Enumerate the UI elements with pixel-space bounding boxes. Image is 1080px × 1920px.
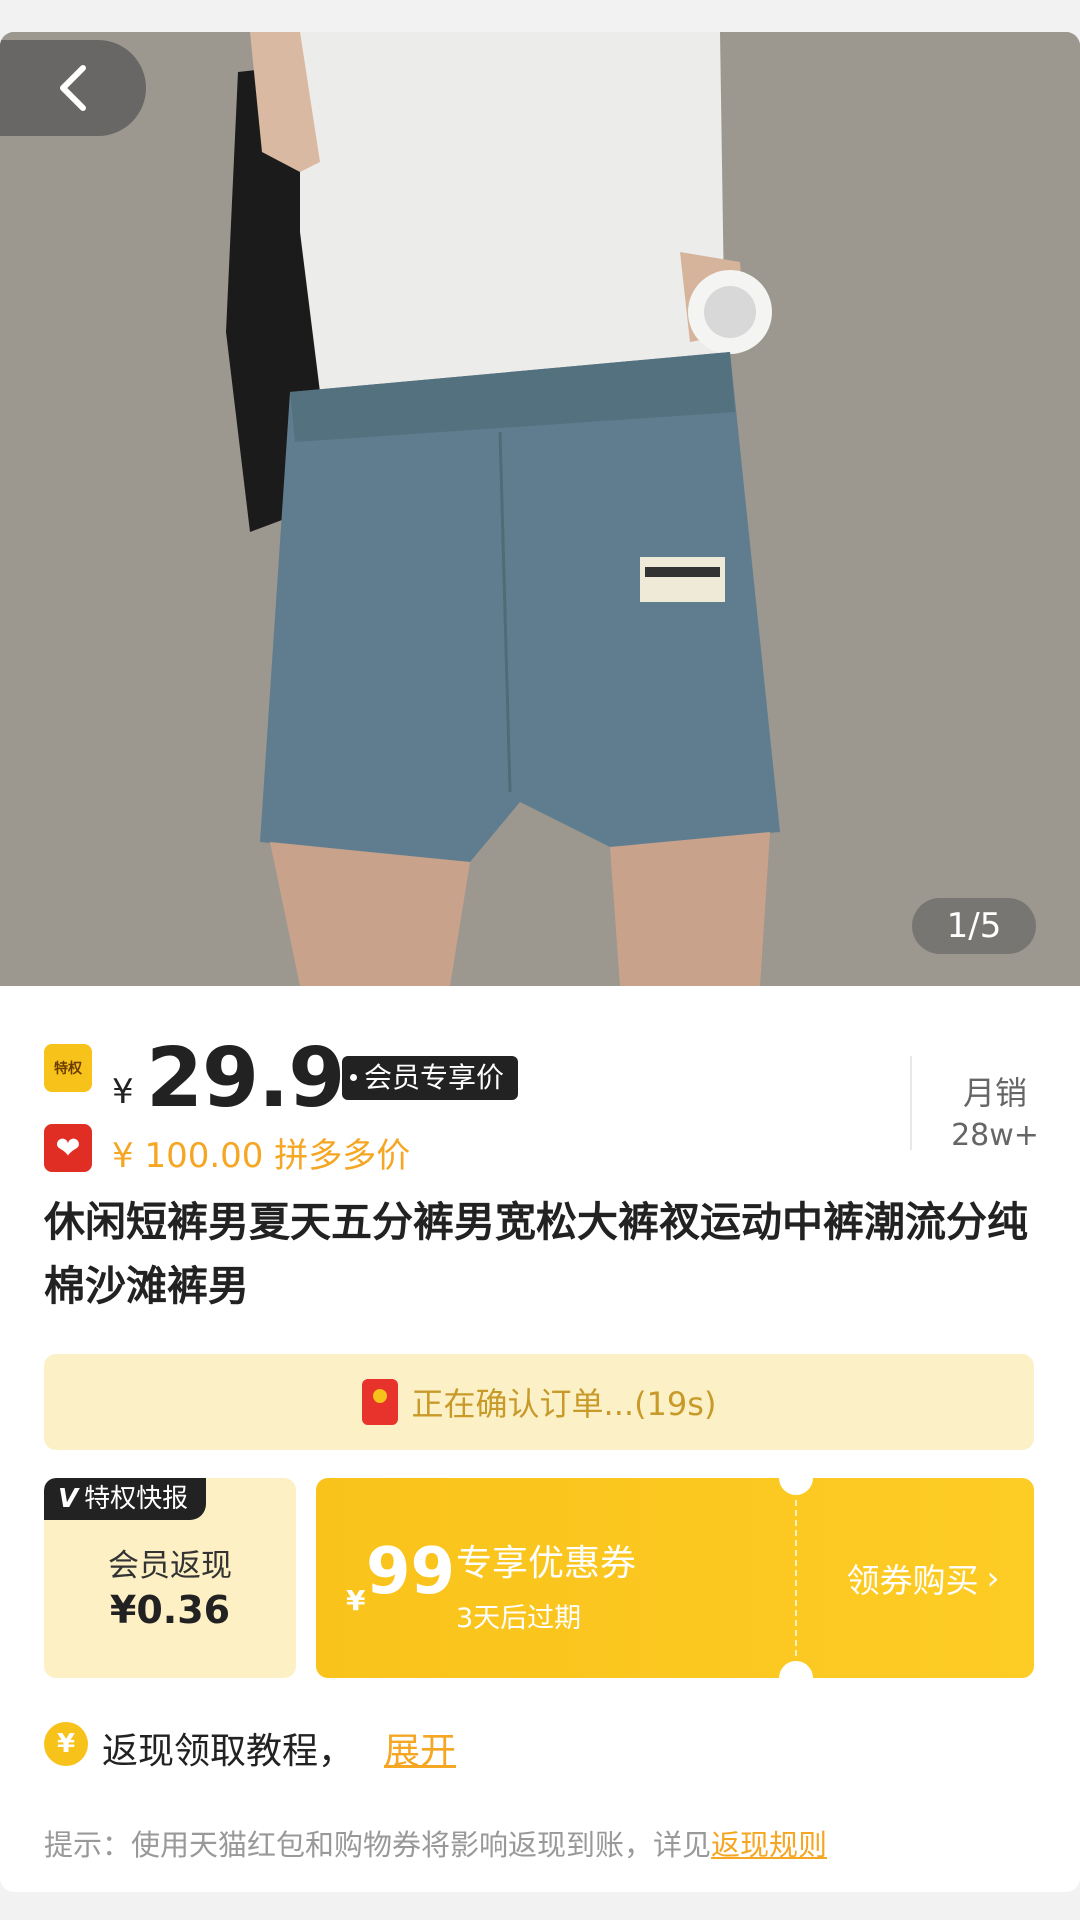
product-photo xyxy=(0,32,1080,986)
coupon-title: 专享优惠券 xyxy=(456,1543,637,1584)
order-confirm-banner: 正在确认订单...(19s) xyxy=(44,1354,1034,1450)
monthly-sales-label: 月销 xyxy=(962,1074,1027,1112)
cashback-rules-link[interactable]: 返现规则 xyxy=(711,1828,827,1862)
pinduoduo-heart-icon: ❤ xyxy=(44,1124,92,1172)
privilege-news-label: 特权快报 xyxy=(84,1484,189,1514)
red-packet-icon xyxy=(361,1379,398,1425)
price-currency: ¥ xyxy=(112,1072,134,1112)
cashback-label: 会员返现 xyxy=(108,1548,232,1584)
monthly-sales-value: 28w+ xyxy=(951,1118,1039,1153)
coupon-notch xyxy=(779,1661,813,1678)
product-card: 1/5 特权 ¥ 29.9 会员专享价 ❤ ¥ 100.00 拼多多价 月销 2… xyxy=(0,32,1080,1892)
cashback-tutorial-text: 返现领取教程， xyxy=(102,1731,355,1772)
cashback-tip: 提示：使用天猫红包和购物券将影响返现到账，详见返现规则 xyxy=(44,1822,827,1864)
get-coupon-buy-label: 领券购买 xyxy=(846,1561,979,1600)
vip-v-icon: V xyxy=(58,1484,79,1514)
yen-coin-icon: ¥ xyxy=(44,1722,88,1766)
divider xyxy=(910,1056,912,1150)
product-image-gallery[interactable]: 1/5 xyxy=(0,32,1080,986)
cashback-tip-text: 提示：使用天猫红包和购物券将影响返现到账，详见 xyxy=(44,1828,712,1862)
privilege-news-tag: V 特权快报 xyxy=(44,1478,207,1520)
coupon-notch xyxy=(779,1478,813,1495)
image-counter: 1/5 xyxy=(912,898,1036,954)
privilege-badge-icon: 特权 xyxy=(44,1044,92,1092)
coupon-divider xyxy=(795,1500,797,1656)
member-price-tag: 会员专享价 xyxy=(342,1056,519,1100)
coupon-amount: 99 xyxy=(366,1535,456,1609)
get-coupon-buy-button[interactable]: 领券购买 › xyxy=(812,1478,1034,1678)
chevron-right-icon: › xyxy=(986,1559,1000,1597)
order-confirm-text: 正在确认订单...(19s) xyxy=(411,1385,717,1423)
cashback-box: V 特权快报 会员返现 ¥0.36 xyxy=(44,1478,296,1678)
chevron-left-icon xyxy=(60,65,86,111)
coupon-currency: ¥ xyxy=(346,1584,366,1617)
cashback-value: ¥0.36 xyxy=(109,1588,231,1632)
back-button[interactable] xyxy=(0,40,146,136)
expand-tutorial-link[interactable]: 展开 xyxy=(384,1722,456,1774)
coupon-expire: 3天后过期 xyxy=(456,1603,582,1634)
product-title: 休闲短裤男夏天五分裤男宽松大裤衩运动中裤潮流分纯棉沙滩裤男 xyxy=(44,1198,1028,1310)
coupon-card[interactable]: ¥ 99 专享优惠券 3天后过期 领券购买 › xyxy=(316,1478,1034,1678)
pdd-price: ¥ 100.00 拼多多价 xyxy=(112,1136,411,1176)
member-price: 29.9 xyxy=(146,1031,345,1126)
